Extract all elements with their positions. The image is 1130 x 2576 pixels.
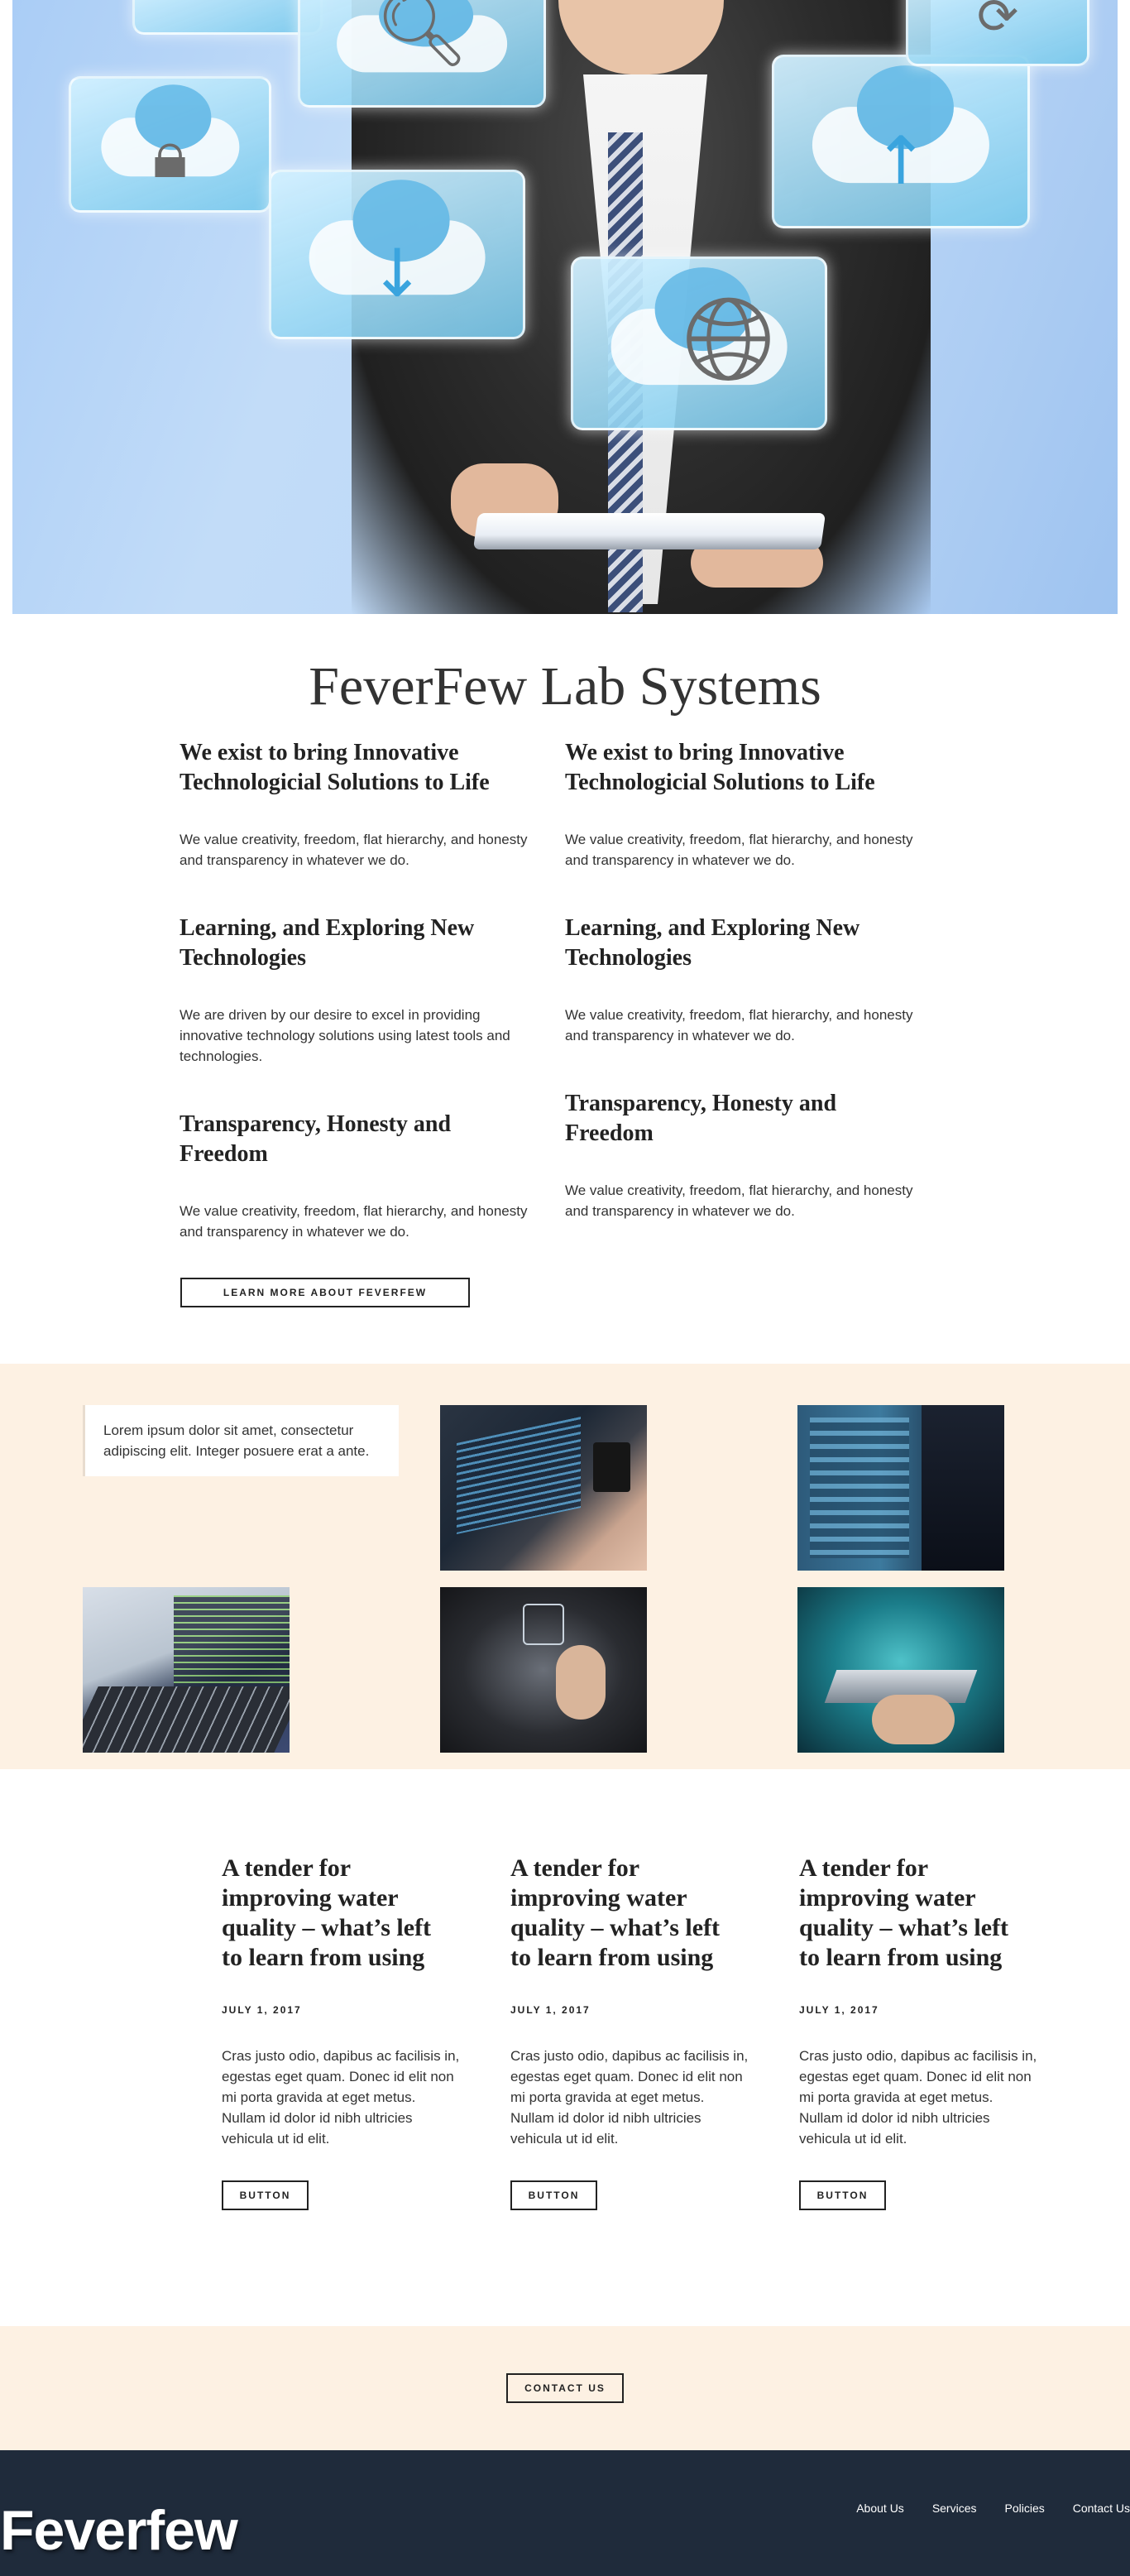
article-date: JULY 1, 2017	[799, 2004, 879, 2016]
cloud-tile-top	[132, 0, 323, 35]
feature-item: We exist to bring Innovative Technologic…	[180, 738, 565, 871]
cloud-tile-download: ↓	[269, 170, 525, 339]
feature-heading: Learning, and Exploring New Technologies	[180, 915, 475, 971]
feature-item: Transparency, Honesty and Freedom We val…	[180, 1110, 565, 1242]
feature-text: We value creativity, freedom, flat hiera…	[565, 1182, 913, 1219]
cloud-tile-upload: ↑	[772, 55, 1030, 228]
feature-text: We value creativity, freedom, flat hiera…	[180, 832, 528, 868]
footer-nav: About Us Services Policies Contact Us	[828, 2502, 1130, 2515]
article-body: Cras justo odio, dapibus ac facilisis in…	[799, 2048, 1037, 2147]
article-date: JULY 1, 2017	[510, 2004, 591, 2016]
cloud-tile-search: 🔍︎	[298, 0, 546, 108]
article-button[interactable]: BUTTON	[510, 2180, 597, 2210]
cloud-tile-lock: 🔒︎	[69, 76, 271, 213]
article-button[interactable]: BUTTON	[222, 2180, 309, 2210]
intro-section: FeverFew Lab Systems We exist to bring I…	[0, 614, 1130, 1307]
feature-heading: We exist to bring Innovative Technologic…	[565, 740, 875, 795]
features-right-column: We exist to bring Innovative Technologic…	[565, 738, 950, 1285]
hero-image: 🔍︎ 🔒︎ ↓ 🌐︎ ↑ ⟳	[12, 0, 1118, 614]
feature-text: We value creativity, freedom, flat hiera…	[180, 1203, 528, 1240]
article-card: A tender for improving water quality – w…	[510, 1854, 799, 2210]
photo-touch-icons	[440, 1587, 647, 1753]
article-title: A tender for improving water quality – w…	[222, 1854, 432, 1971]
contact-section: CONTACT US	[0, 2326, 1130, 2450]
mug-shape	[593, 1442, 630, 1492]
learn-more-button[interactable]: LEARN MORE ABOUT FEVERFEW	[180, 1278, 470, 1307]
globe-icon: 🌐︎	[682, 271, 776, 407]
page-title: FeverFew Lab Systems	[309, 656, 821, 717]
footer-link-policies[interactable]: Policies	[1005, 2502, 1045, 2515]
tablet-device	[472, 513, 826, 549]
footer: Feverfew About Us Services Policies Cont…	[0, 2450, 1130, 2576]
articles-section: A tender for improving water quality – w…	[222, 1854, 1088, 2210]
feature-text: We value creativity, freedom, flat hiera…	[565, 832, 913, 868]
magnifier-icon: 🔍︎	[374, 0, 470, 72]
feature-text: We are driven by our desire to excel in …	[180, 1007, 510, 1064]
article-date: JULY 1, 2017	[222, 2004, 302, 2016]
feature-item: Learning, and Exploring New Technologies…	[180, 914, 565, 1067]
refresh-icon: ⟳	[976, 0, 1019, 46]
feature-heading: We exist to bring Innovative Technologic…	[180, 740, 490, 795]
footer-link-contact[interactable]: Contact Us	[1073, 2502, 1130, 2515]
photo-server-room	[797, 1405, 1004, 1571]
feature-heading: Transparency, Honesty and Freedom	[180, 1111, 452, 1167]
features-left-column: We exist to bring Innovative Technologic…	[180, 738, 565, 1285]
article-body: Cras justo odio, dapibus ac facilisis in…	[510, 2048, 749, 2147]
photo-laptop-coding	[440, 1405, 647, 1571]
contact-us-button[interactable]: CONTACT US	[506, 2373, 624, 2403]
download-cloud-icon: ↓	[369, 235, 425, 313]
cloud-tile-refresh: ⟳	[906, 0, 1089, 66]
feature-heading: Learning, and Exploring New Technologies	[565, 915, 860, 971]
gallery-section: Lorem ipsum dolor sit amet, consectetur …	[0, 1364, 1130, 1769]
article-title: A tender for improving water quality – w…	[799, 1854, 1009, 1971]
article-body: Cras justo odio, dapibus ac facilisis in…	[222, 2048, 460, 2147]
footer-link-about[interactable]: About Us	[856, 2502, 904, 2515]
gallery-quote: Lorem ipsum dolor sit amet, consectetur …	[83, 1405, 399, 1476]
features-grid: We exist to bring Innovative Technologic…	[180, 738, 950, 1285]
feature-heading: Transparency, Honesty and Freedom	[565, 1091, 837, 1146]
feature-item: We exist to bring Innovative Technologic…	[565, 738, 950, 871]
article-button[interactable]: BUTTON	[799, 2180, 886, 2210]
footer-logo[interactable]: Feverfew	[0, 2498, 238, 2563]
footer-link-services[interactable]: Services	[932, 2502, 977, 2515]
feature-item: Learning, and Exploring New Technologies…	[565, 914, 950, 1046]
photo-laptop-apps	[797, 1587, 1004, 1753]
article-card: A tender for improving water quality – w…	[222, 1854, 510, 2210]
feature-item: Transparency, Honesty and Freedom We val…	[565, 1089, 950, 1221]
article-title: A tender for improving water quality – w…	[510, 1854, 721, 1971]
cloud-tile-globe: 🌐︎	[571, 257, 827, 430]
photo-laptop-keyboard	[83, 1587, 290, 1753]
feature-text: We value creativity, freedom, flat hiera…	[565, 1007, 913, 1043]
upload-cloud-icon: ↑	[873, 122, 929, 200]
lock-icon: 🔒︎	[152, 116, 188, 194]
article-card: A tender for improving water quality – w…	[799, 1854, 1088, 2210]
